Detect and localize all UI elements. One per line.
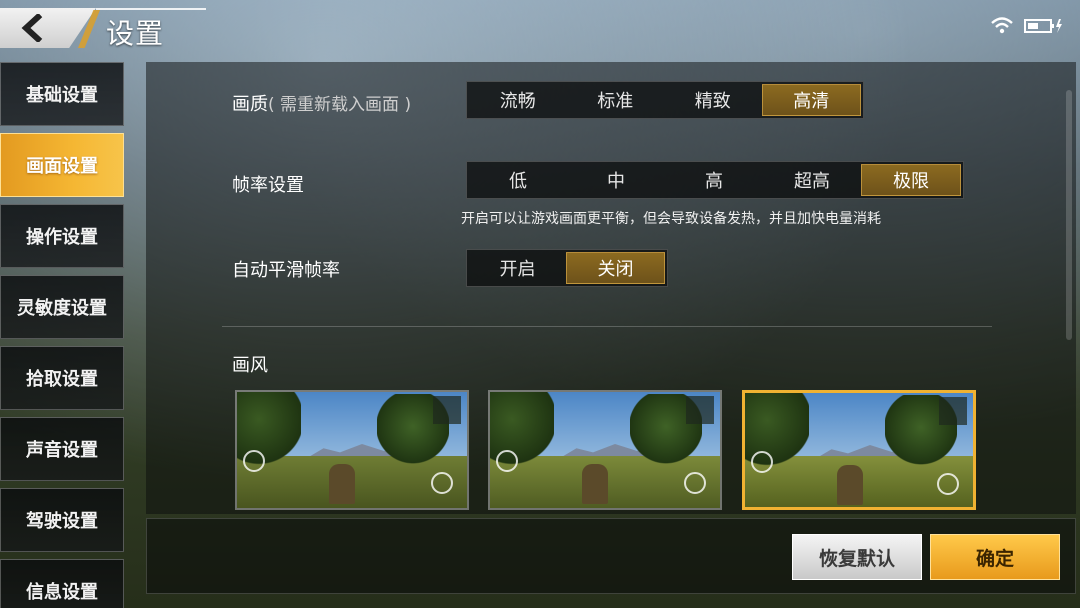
top-bar: 设置	[0, 0, 1080, 56]
quality-option-hd[interactable]: 高清	[761, 84, 861, 116]
framerate-option-extreme[interactable]: 极限	[861, 164, 961, 196]
quality-selector: 流畅 标准 精致 高清	[466, 81, 864, 119]
sidebar-item-pickup[interactable]: 拾取设置	[0, 346, 124, 410]
page-title: 设置	[106, 17, 165, 50]
sidebar-item-controls[interactable]: 操作设置	[0, 204, 124, 268]
framerate-option-low[interactable]: 低	[469, 164, 567, 196]
smooth-framerate-label: 自动平滑帧率	[232, 260, 340, 281]
framerate-option-ultra[interactable]: 超高	[763, 164, 861, 196]
battery-charging-icon	[1024, 19, 1062, 33]
sidebar-item-sensitivity[interactable]: 灵敏度设置	[0, 275, 124, 339]
quality-option-smooth[interactable]: 流畅	[469, 84, 567, 116]
framerate-hint: 开启可以让游戏画面更平衡，但会导致设备发热，并且加快电量消耗	[461, 211, 881, 227]
sidebar-item-basic[interactable]: 基础设置	[0, 62, 124, 126]
style-preview-3[interactable]	[742, 390, 976, 510]
framerate-option-high[interactable]: 高	[665, 164, 763, 196]
wifi-icon	[991, 17, 1013, 34]
framerate-option-medium[interactable]: 中	[567, 164, 665, 196]
smooth-framerate-on[interactable]: 开启	[469, 252, 566, 284]
reset-defaults-button[interactable]: 恢复默认	[792, 534, 922, 580]
sidebar-item-sound[interactable]: 声音设置	[0, 417, 124, 481]
sidebar-item-messages[interactable]: 信息设置	[0, 559, 124, 608]
framerate-selector: 低 中 高 超高 极限	[466, 161, 964, 199]
settings-sidebar: 基础设置 画面设置 操作设置 灵敏度设置 拾取设置 声音设置 驾驶设置 信息设置	[0, 62, 126, 608]
confirm-button[interactable]: 确定	[930, 534, 1060, 580]
sidebar-item-driving[interactable]: 驾驶设置	[0, 488, 124, 552]
section-divider	[222, 326, 992, 327]
scrollbar[interactable]	[1066, 90, 1072, 340]
style-preview-2[interactable]	[488, 390, 722, 510]
sidebar-item-graphics[interactable]: 画面设置	[0, 133, 124, 197]
title-underline	[96, 8, 206, 10]
quality-option-standard[interactable]: 标准	[567, 84, 665, 116]
framerate-label: 帧率设置	[232, 175, 304, 196]
style-preview-1[interactable]	[235, 390, 469, 510]
smooth-framerate-off[interactable]: 关闭	[566, 252, 665, 284]
quality-row-label: 画质( 需重新载入画面 )	[232, 90, 411, 116]
quality-note: ( 需重新载入画面 )	[268, 95, 412, 115]
back-arrow-icon	[21, 14, 43, 42]
quality-label: 画质	[232, 94, 268, 115]
quality-option-fine[interactable]: 精致	[664, 84, 762, 116]
smooth-framerate-toggle: 开启 关闭	[466, 249, 668, 287]
style-label: 画风	[232, 355, 268, 376]
